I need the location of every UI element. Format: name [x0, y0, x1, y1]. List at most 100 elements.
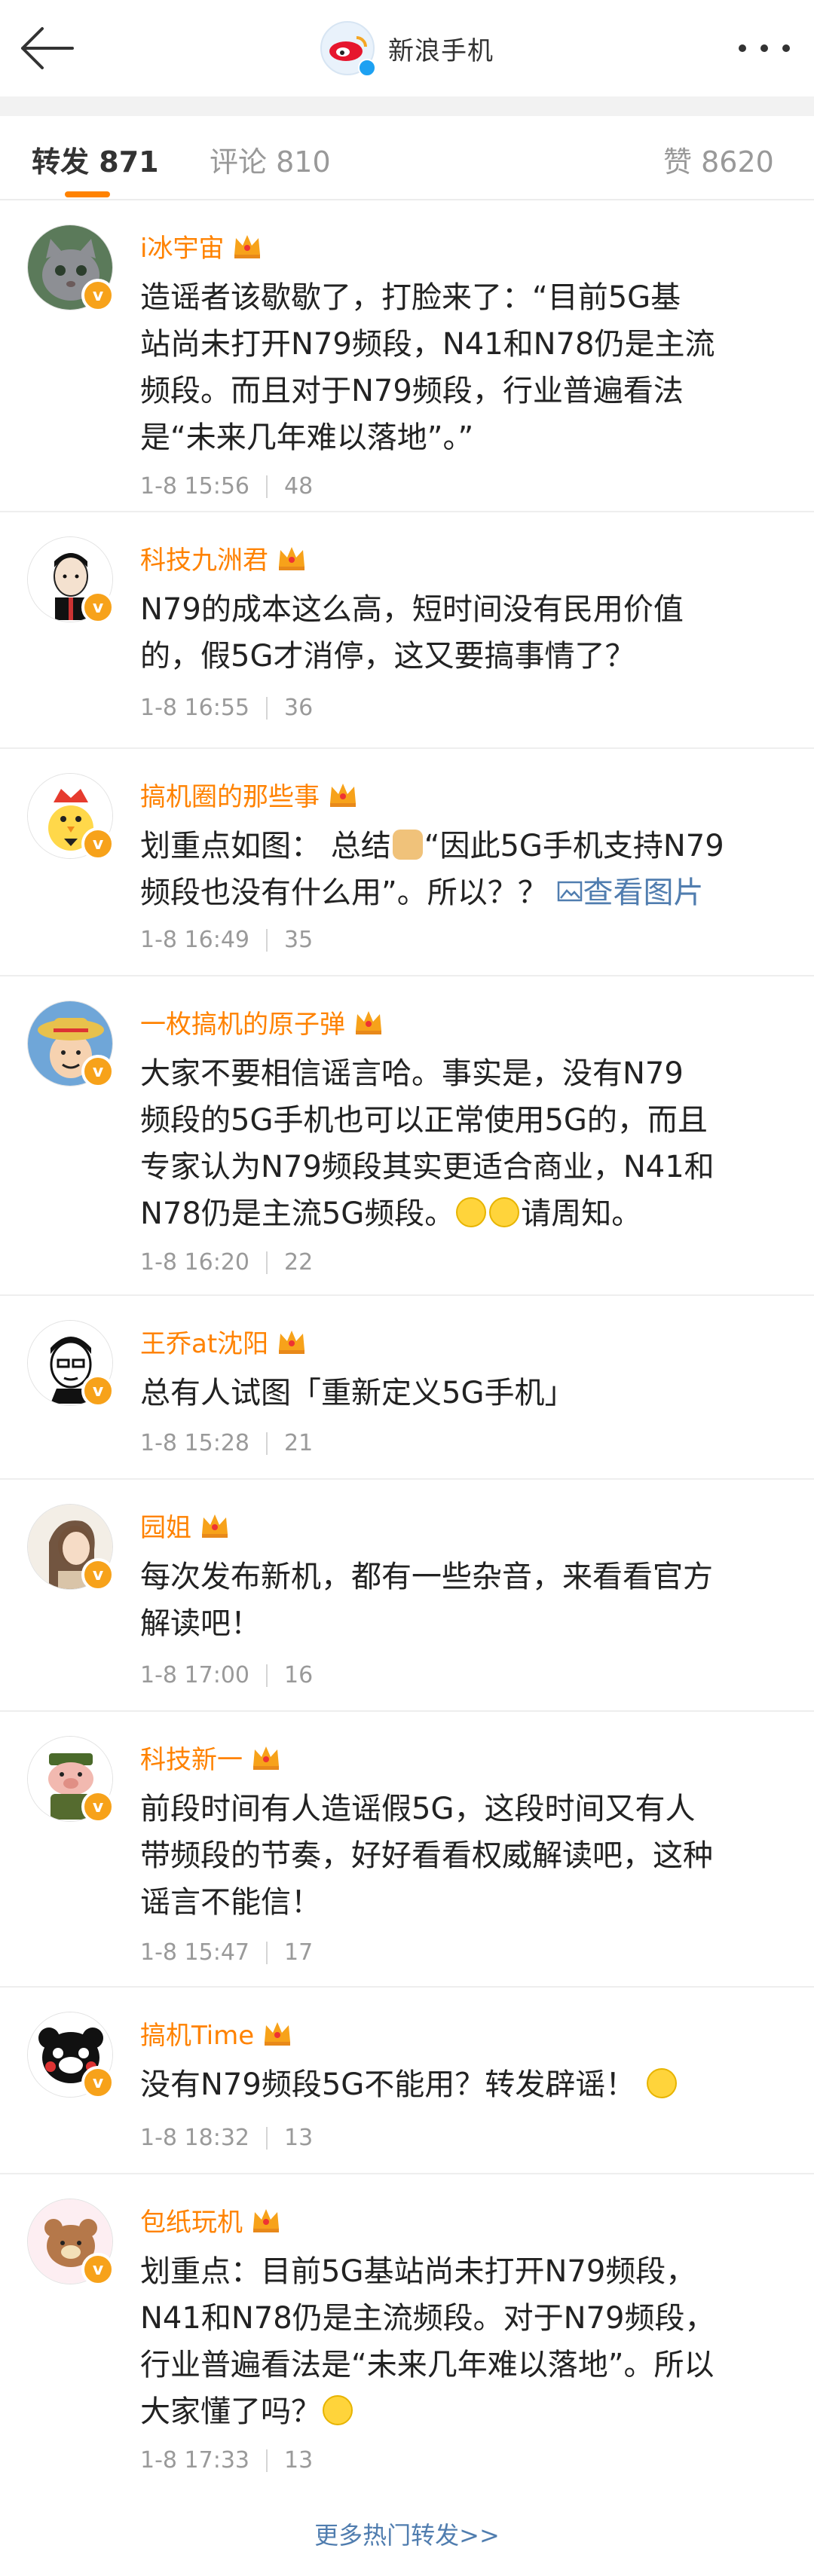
vip-crown-icon [279, 546, 304, 570]
username[interactable]: 园姐 [140, 1507, 191, 1544]
divider [266, 928, 268, 952]
list-item[interactable]: v 搞机圈的那些事 划重点如图： 总结 “因此5G手机支持N79 频段也没有什么用… [0, 749, 814, 976]
verified-badge-icon: v [81, 1558, 115, 1591]
divider [266, 475, 268, 498]
like-count[interactable]: 21 [284, 1430, 313, 1456]
image-icon [558, 881, 583, 902]
username[interactable]: 搞机Time [140, 2015, 254, 2052]
verified-badge-icon: v [81, 1790, 115, 1823]
divider [266, 696, 268, 720]
divider [266, 2126, 268, 2150]
dot-icon [760, 44, 768, 52]
list-item[interactable]: v 包纸玩机 划重点：目前5G基站尚未打开N79频段， N41和N78仍是主流频… [0, 2174, 814, 2474]
account-avatar [320, 21, 376, 77]
list-item[interactable]: v 王乔at沈阳 总有人试图「重新定义5G手机」 1-8 15:28 21 [0, 1296, 814, 1480]
meta-row: 1-8 16:20 22 [140, 1249, 313, 1276]
timestamp: 1-8 15:28 [140, 1430, 249, 1456]
list-item[interactable]: v 科技九洲君 N79的成本这么高，短时间没有民用价值 的，假5G才消停，这又要… [0, 512, 814, 749]
repost-text: 划重点如图： 总结 “因此5G手机支持N79 频段也没有什么用”。所以？？ 查看图… [140, 829, 724, 910]
verified-badge-icon: v [81, 1374, 115, 1407]
tab-label: 转发 [32, 145, 90, 179]
timestamp: 1-8 15:56 [140, 473, 249, 500]
dot-icon [739, 44, 746, 52]
smile-emoji-icon [323, 2395, 353, 2425]
divider [266, 1941, 268, 1964]
repost-text: 前段时间有人造谣假5G，这段时间又有人 带频段的节奏，好好看看权威解读吧，这种 … [140, 1792, 713, 1920]
username[interactable]: 王乔at沈阳 [140, 1323, 268, 1360]
tab-comments[interactable]: 评论 810 [210, 139, 331, 180]
tab-reposts[interactable]: 转发 871 [32, 139, 159, 180]
meta-row: 1-8 15:28 21 [140, 1430, 313, 1456]
sina-logo-icon [329, 36, 367, 61]
like-count[interactable]: 22 [284, 1249, 313, 1276]
smile-emoji-icon [646, 2068, 677, 2098]
list-item[interactable]: v i冰宇宙 造谣者该歇歇了，打脸来了：“目前5G基 站尚未打开N79频段，N4… [0, 200, 814, 512]
repost-text: 划重点：目前5G基站尚未打开N79频段， N41和N78仍是主流频段。对于N79… [140, 2254, 715, 2429]
username[interactable]: 科技九洲君 [140, 539, 268, 576]
like-count[interactable]: 36 [284, 695, 313, 721]
verified-badge-icon: v [81, 2066, 115, 2099]
username[interactable]: 一枚搞机的原子弹 [140, 1004, 345, 1040]
timestamp: 1-8 15:47 [140, 1939, 249, 1966]
like-count[interactable]: 48 [284, 473, 313, 500]
top-bar: 新浪手机 [0, 0, 814, 96]
list-item[interactable]: v 搞机Time 没有N79频段5G不能用？转发辟谣！ 1-8 18:32 13 [0, 1988, 814, 2174]
timestamp: 1-8 16:55 [140, 695, 249, 721]
timestamp: 1-8 16:20 [140, 1249, 249, 1276]
like-count[interactable]: 17 [284, 1939, 313, 1966]
list-item[interactable]: v 园姐 每次发布新机，都有一些杂音，来看看官方 解读吧！ 1-8 17:00 … [0, 1480, 814, 1712]
repost-text: 总有人试图「重新定义5G手机」 [140, 1376, 575, 1410]
tab-bar: 转发 871 评论 810 赞 8620 [0, 116, 814, 200]
timestamp: 1-8 16:49 [140, 927, 249, 953]
tab-count: 871 [99, 145, 159, 179]
vip-crown-icon [234, 234, 261, 258]
tab-count: 8620 [701, 145, 774, 179]
verified-badge-icon: v [81, 2253, 115, 2286]
username[interactable]: 科技新一 [140, 1739, 243, 1776]
meta-row: 1-8 17:33 13 [140, 2447, 313, 2474]
vip-crown-icon [265, 2021, 291, 2046]
account-name: 新浪手机 [388, 35, 494, 66]
view-image-link[interactable]: 查看图片 [557, 875, 703, 910]
more-hot-reposts-link[interactable]: 更多热门转发>> [0, 2516, 814, 2551]
verified-badge-icon: v [81, 827, 115, 860]
meta-row: 1-8 15:47 17 [140, 1939, 313, 1966]
verified-badge-icon: v [81, 279, 115, 312]
repost-list: v i冰宇宙 造谣者该歇歇了，打脸来了：“目前5G基 站尚未打开N79频段，N4… [0, 200, 814, 2474]
timestamp: 1-8 18:32 [140, 2125, 249, 2151]
repost-text: 没有N79频段5G不能用？转发辟谣！ [140, 2061, 678, 2108]
account-header[interactable]: 新浪手机 [0, 20, 814, 77]
divider [266, 1251, 268, 1274]
repost-text: 造谣者该歇歇了，打脸来了：“目前5G基 站尚未打开N79频段，N41和N78仍是… [140, 280, 715, 455]
username[interactable]: i冰宇宙 [140, 228, 224, 264]
vip-crown-icon [279, 1330, 305, 1354]
timestamp: 1-8 17:33 [140, 2447, 249, 2474]
like-count[interactable]: 13 [284, 2125, 313, 2151]
more-options-button[interactable] [734, 30, 794, 66]
vip-crown-icon [253, 2208, 279, 2232]
tab-likes[interactable]: 赞 8620 [663, 139, 774, 180]
meta-row: 1-8 16:49 35 [140, 927, 313, 953]
username[interactable]: 包纸玩机 [140, 2202, 243, 2238]
username[interactable]: 搞机圈的那些事 [140, 776, 320, 813]
meta-row: 1-8 15:56 48 [140, 473, 313, 500]
doge-emoji-icon [392, 830, 423, 860]
tab-count: 810 [276, 145, 331, 179]
meta-row: 1-8 17:00 16 [140, 1662, 313, 1688]
like-count[interactable]: 16 [284, 1662, 313, 1688]
divider [266, 1664, 268, 1687]
active-tab-indicator [65, 191, 110, 197]
divider-band [0, 96, 814, 116]
verified-badge-icon: v [81, 591, 115, 624]
smile-emoji-icon [456, 1197, 487, 1227]
meta-row: 1-8 16:55 36 [140, 695, 313, 721]
timestamp: 1-8 17:00 [140, 1662, 249, 1688]
repost-text: 每次发布新机，都有一些杂音，来看看官方 解读吧！ [140, 1560, 713, 1641]
like-count[interactable]: 35 [284, 927, 313, 953]
list-item[interactable]: v 一枚搞机的原子弹 大家不要相信谣言哈。事实是，没有N79 频段的5G手机也可… [0, 976, 814, 1296]
vip-crown-icon [202, 1514, 228, 1538]
dot-icon [782, 44, 790, 52]
list-item[interactable]: v 科技新一 前段时间有人造谣假5G，这段时间又有人 带频段的节奏，好好看看权威… [0, 1712, 814, 1988]
like-count[interactable]: 13 [284, 2447, 313, 2474]
repost-text: 大家不要相信谣言哈。事实是，没有N79 频段的5G手机也可以正常使用5G的，而且… [140, 1056, 715, 1231]
